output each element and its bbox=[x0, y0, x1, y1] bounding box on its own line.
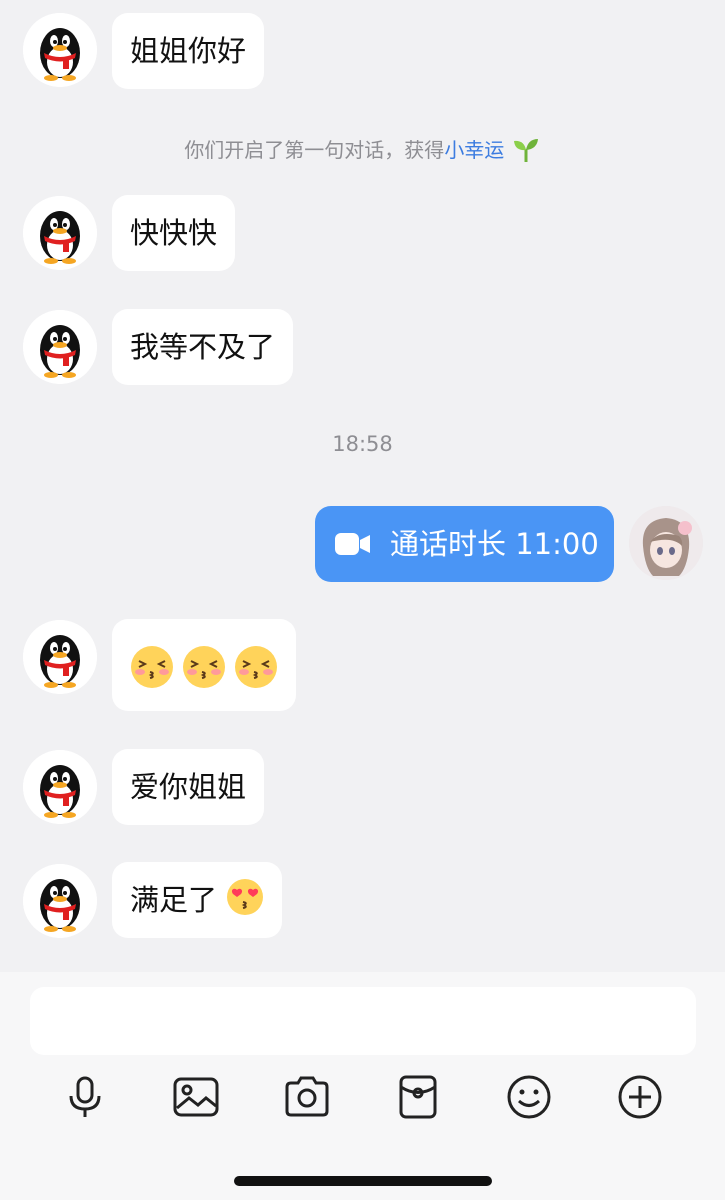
timestamp: 18:58 bbox=[332, 432, 393, 456]
emoji-button[interactable] bbox=[504, 1072, 554, 1122]
contact-avatar[interactable] bbox=[23, 13, 97, 87]
penguin-avatar-icon bbox=[23, 620, 97, 694]
kiss-emoji-icon bbox=[234, 645, 278, 689]
red-packet-button[interactable] bbox=[393, 1072, 443, 1122]
plus-icon bbox=[618, 1075, 662, 1119]
kiss-emoji-icon bbox=[130, 645, 174, 689]
penguin-avatar-icon bbox=[23, 864, 97, 938]
kiss-emoji-icon bbox=[182, 645, 226, 689]
lucky-link[interactable]: 小幸运 bbox=[444, 138, 504, 162]
contact-avatar[interactable] bbox=[23, 750, 97, 824]
contact-avatar[interactable] bbox=[23, 196, 97, 270]
call-duration-text: 通话时长 11:00 bbox=[390, 527, 599, 561]
video-call-icon bbox=[335, 533, 370, 555]
red-packet-icon bbox=[399, 1075, 437, 1119]
call-record-bubble[interactable]: 通话时长 11:00 bbox=[315, 506, 614, 582]
emoji-message-bubble[interactable] bbox=[112, 619, 296, 711]
penguin-avatar-icon bbox=[23, 750, 97, 824]
heart-eyes-emoji-icon bbox=[227, 879, 264, 915]
image-icon bbox=[173, 1077, 219, 1117]
message-bubble[interactable]: 姐姐你好 bbox=[112, 13, 265, 89]
camera-icon bbox=[285, 1076, 329, 1117]
my-avatar[interactable] bbox=[629, 506, 703, 580]
more-button[interactable] bbox=[615, 1072, 665, 1122]
penguin-avatar-icon bbox=[23, 13, 97, 87]
system-notice: 你们开启了第一句对话，获得小幸运 bbox=[0, 134, 725, 163]
message-bubble[interactable]: 我等不及了 bbox=[112, 309, 294, 385]
message-bubble[interactable]: 爱你姐姐 bbox=[112, 749, 265, 825]
message-text: 快快快 bbox=[130, 216, 218, 250]
penguin-avatar-icon bbox=[23, 310, 97, 384]
system-notice-text: 你们开启了第一句对话，获得 bbox=[184, 138, 445, 162]
contact-avatar[interactable] bbox=[23, 620, 97, 694]
voice-button[interactable] bbox=[60, 1072, 110, 1122]
message-text: 满足了 bbox=[130, 883, 218, 917]
anime-girl-avatar-icon bbox=[629, 506, 703, 580]
contact-avatar[interactable] bbox=[23, 310, 97, 384]
microphone-icon bbox=[69, 1076, 101, 1117]
sprout-icon bbox=[513, 139, 538, 162]
message-input[interactable] bbox=[30, 987, 696, 1055]
message-text: 姐姐你好 bbox=[130, 34, 247, 68]
message-text: 爱你姐姐 bbox=[130, 770, 247, 804]
message-bubble[interactable]: 快快快 bbox=[112, 195, 236, 271]
contact-avatar[interactable] bbox=[23, 864, 97, 938]
message-text: 我等不及了 bbox=[130, 330, 276, 364]
camera-button[interactable] bbox=[282, 1072, 332, 1122]
gallery-button[interactable] bbox=[171, 1072, 221, 1122]
home-indicator[interactable] bbox=[234, 1176, 492, 1186]
penguin-avatar-icon bbox=[23, 196, 97, 270]
input-panel bbox=[0, 972, 725, 1200]
message-bubble[interactable]: 满足了 bbox=[112, 862, 283, 938]
emoji-icon bbox=[507, 1075, 551, 1119]
